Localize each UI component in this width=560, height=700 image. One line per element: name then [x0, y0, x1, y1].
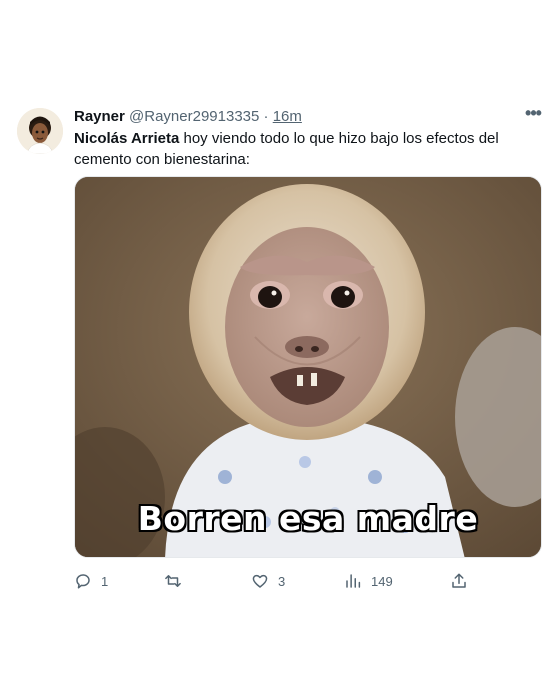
share-button[interactable] [450, 570, 468, 592]
like-button[interactable]: 3 [251, 570, 285, 592]
heart-icon [252, 574, 268, 588]
action-bar: 1 3 149 [74, 570, 542, 592]
share-icon [452, 573, 466, 588]
tweet: Rayner @Rayner29913335 · 16m ••• Nicolás… [0, 0, 560, 700]
tweet-header: Rayner @Rayner29913335 · 16m [74, 107, 302, 127]
tweet-media[interactable]: Borren esa madre [74, 176, 542, 558]
views-button[interactable]: 149 [344, 570, 393, 592]
views-count: 149 [371, 573, 393, 589]
media-caption: Borren esa madre [137, 499, 479, 538]
separator-dot: · [263, 108, 269, 125]
timestamp-link[interactable]: 16m [273, 108, 302, 125]
avatar-image [17, 108, 63, 154]
like-count: 3 [278, 573, 286, 589]
views-icon [346, 574, 361, 588]
more-icon[interactable]: ••• [522, 103, 544, 126]
reply-icon [76, 574, 90, 589]
avatar[interactable] [17, 108, 63, 154]
retweet-icon [165, 575, 181, 587]
tweet-text: Nicolás Arrieta hoy viendo todo lo que h… [74, 128, 544, 170]
more-label: ••• [525, 103, 542, 123]
reply-count: 1 [101, 573, 109, 589]
mention-name[interactable]: Nicolás Arrieta [74, 130, 179, 147]
author-handle[interactable]: @Rayner29913335 [129, 108, 259, 125]
reply-button[interactable]: 1 [74, 570, 108, 592]
author-name[interactable]: Rayner [74, 108, 125, 125]
retweet-button[interactable] [164, 570, 191, 592]
